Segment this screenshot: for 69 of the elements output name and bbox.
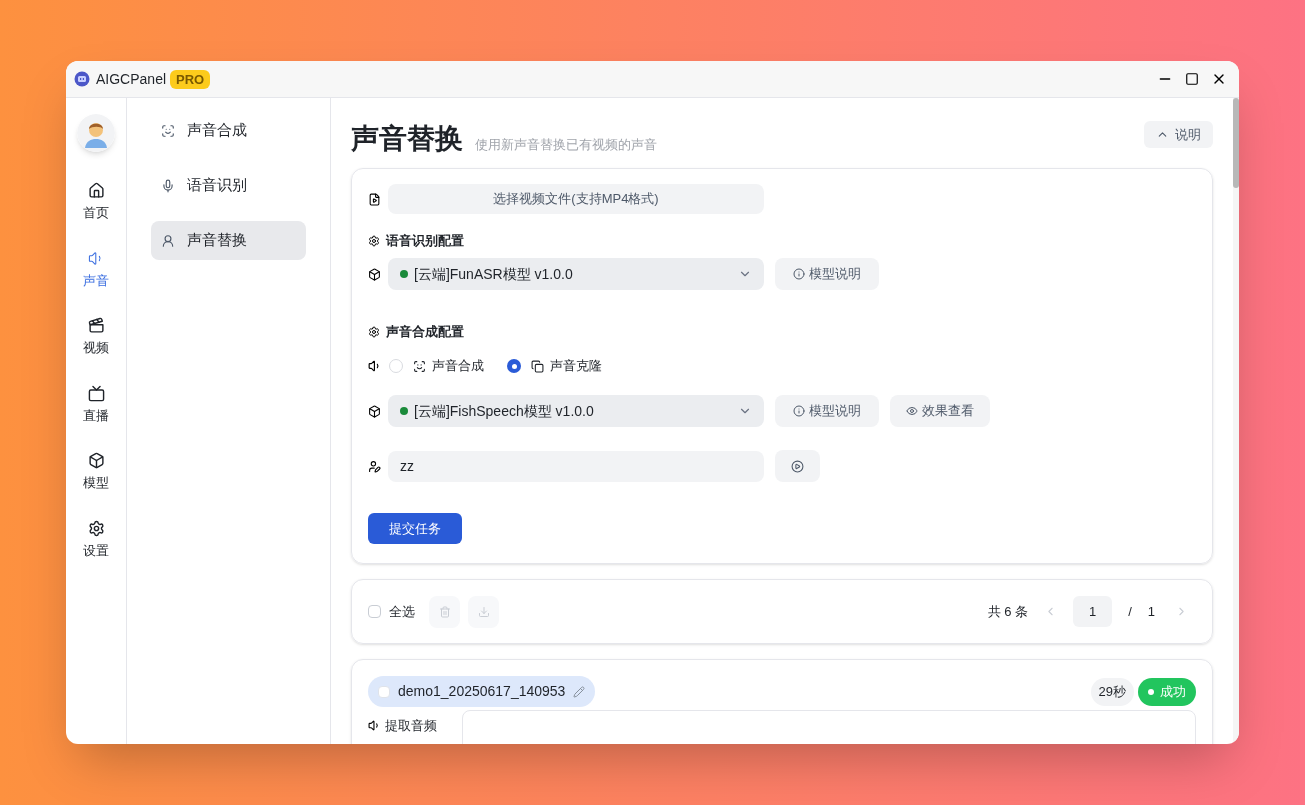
eye-icon bbox=[906, 405, 918, 417]
cube-icon bbox=[87, 452, 105, 469]
cube-icon bbox=[368, 267, 381, 281]
file-select-button[interactable]: 选择视频文件(支持MP4格式) bbox=[388, 184, 764, 214]
app-logo-icon bbox=[74, 71, 90, 87]
scrollbar[interactable] bbox=[1233, 98, 1239, 744]
settings-icon bbox=[368, 235, 380, 247]
page-field[interactable]: 1 bbox=[1073, 596, 1113, 627]
page-title: 声音替换 bbox=[351, 122, 463, 156]
tv-icon bbox=[87, 384, 105, 402]
select-value: [云端]FunASR模型 v1.0.0 bbox=[414, 264, 574, 284]
speaker-icon bbox=[368, 719, 381, 733]
section-title: 声音合成配置 bbox=[386, 323, 464, 342]
play-button[interactable] bbox=[775, 450, 820, 482]
delete-button[interactable] bbox=[429, 595, 460, 628]
submit-button[interactable]: 提交任务 bbox=[368, 513, 462, 544]
step-label: 提取音频 bbox=[385, 717, 437, 735]
submenu-item[interactable]: 声音合成 bbox=[151, 111, 306, 150]
nav-item[interactable]: 声音 bbox=[83, 249, 109, 290]
video-file-icon bbox=[368, 192, 381, 206]
section-title: 语音识别配置 bbox=[386, 232, 464, 251]
total-count: 共 6 条 bbox=[987, 602, 1029, 621]
nav-item[interactable]: 设置 bbox=[83, 519, 109, 560]
task-name: demo1_20250617_140953 bbox=[398, 682, 566, 701]
download-icon bbox=[477, 605, 490, 618]
user-icon bbox=[161, 233, 175, 248]
model-info-button[interactable]: 模型说明 bbox=[775, 258, 879, 290]
submenu-item[interactable]: 语音识别 bbox=[151, 166, 306, 205]
cube-icon bbox=[368, 404, 381, 418]
settings-icon bbox=[87, 519, 105, 537]
info-icon bbox=[793, 405, 805, 417]
submenu-item[interactable]: 声音替换 bbox=[151, 221, 306, 260]
play-icon bbox=[791, 459, 804, 473]
window-title: AIGCPanel bbox=[96, 69, 167, 89]
checkbox[interactable] bbox=[378, 685, 390, 698]
pencil-icon[interactable] bbox=[573, 685, 586, 698]
model-select[interactable]: [云端]FishSpeech模型 v1.0.0 bbox=[388, 395, 764, 427]
nav-item[interactable]: 首页 bbox=[83, 182, 109, 223]
nav-item[interactable]: 视频 bbox=[83, 317, 109, 358]
page-separator: / bbox=[1128, 602, 1132, 621]
preview-button[interactable]: 效果查看 bbox=[890, 395, 990, 427]
mode-radio[interactable]: 声音合成 bbox=[389, 356, 484, 376]
scan-icon bbox=[161, 123, 175, 138]
maximize-icon[interactable] bbox=[1185, 72, 1199, 86]
microphone-icon bbox=[161, 178, 175, 193]
nav-item[interactable]: 模型 bbox=[83, 452, 109, 493]
duration-badge: 29秒 bbox=[1090, 677, 1134, 706]
select-all-checkbox[interactable]: 全选 bbox=[368, 601, 415, 622]
model-select[interactable]: [云端]FunASR模型 v1.0.0 bbox=[388, 258, 764, 290]
status-badge: 成功 bbox=[1138, 677, 1196, 706]
film-icon bbox=[87, 317, 105, 334]
user-edit-icon bbox=[368, 459, 381, 473]
help-button[interactable]: 说明 bbox=[1144, 121, 1213, 148]
home-icon bbox=[87, 182, 105, 199]
page-total: 1 bbox=[1147, 602, 1155, 621]
nav-item[interactable]: 直播 bbox=[83, 384, 109, 425]
scan-icon bbox=[413, 359, 426, 373]
download-button[interactable] bbox=[468, 595, 499, 628]
model-info-button[interactable]: 模型说明 bbox=[775, 395, 879, 427]
copy-icon bbox=[531, 359, 544, 373]
avatar bbox=[77, 114, 115, 152]
info-icon bbox=[793, 268, 805, 280]
settings-icon bbox=[368, 326, 380, 338]
page-subtitle: 使用新声音替换已有视频的声音 bbox=[475, 135, 657, 154]
trash-icon bbox=[438, 605, 451, 618]
select-value: [云端]FishSpeech模型 v1.0.0 bbox=[414, 401, 595, 421]
pro-badge: PRO bbox=[170, 69, 211, 89]
voice-field[interactable]: zz bbox=[388, 450, 764, 482]
mode-radio[interactable]: 声音克隆 bbox=[507, 356, 602, 376]
